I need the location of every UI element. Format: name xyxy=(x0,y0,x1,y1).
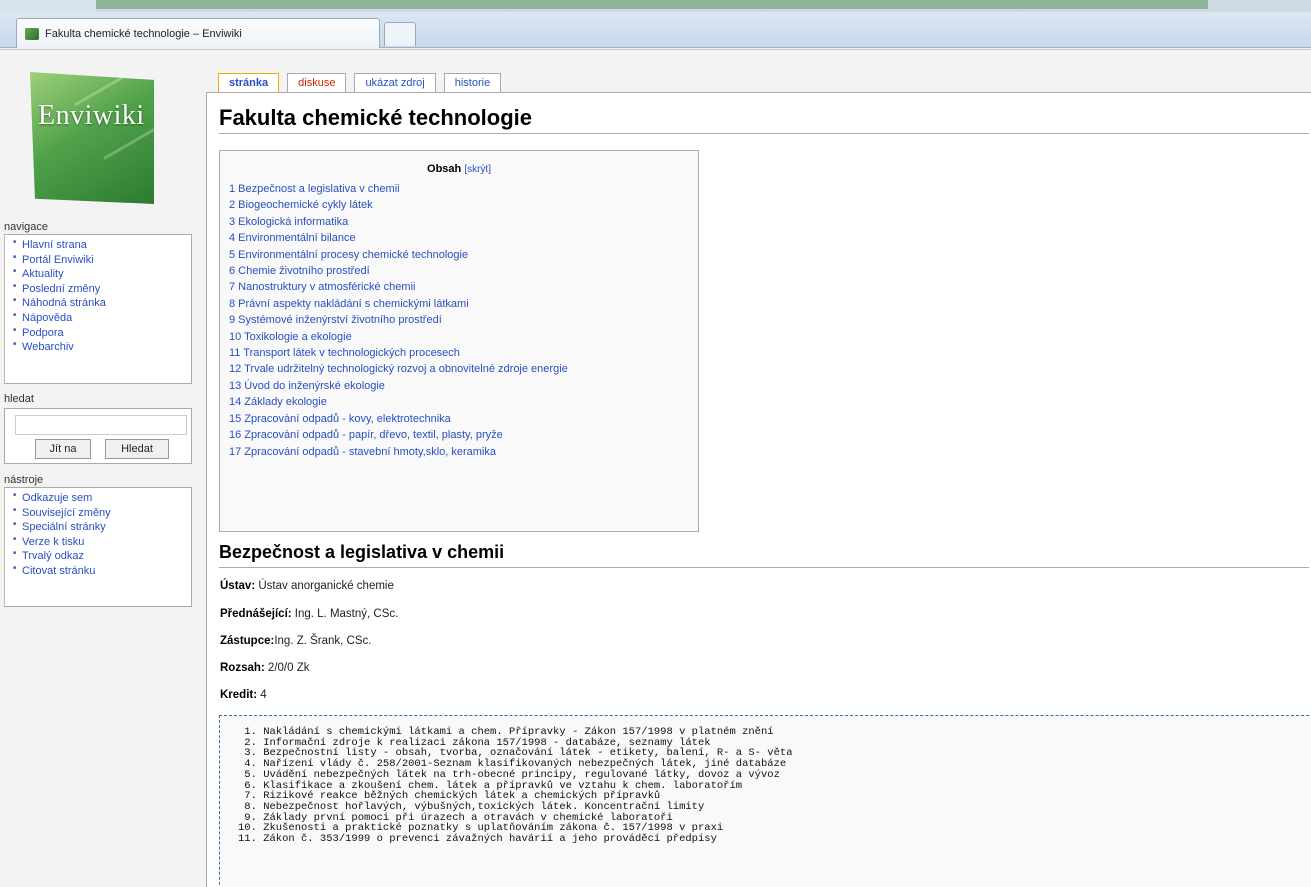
ustav-label: Ústav: xyxy=(220,580,256,592)
kredit-label: Kredit: xyxy=(220,689,258,701)
tools-item[interactable]: Citovat stránku xyxy=(5,564,191,579)
search-portlet: Jít na Hledat xyxy=(4,408,192,464)
enviwiki-logo[interactable]: Enviwiki xyxy=(30,68,157,204)
section-divider xyxy=(219,567,1309,568)
toc-item[interactable]: 2 Biogeochemické cykly látek xyxy=(229,197,698,213)
tab-view-source[interactable]: ukázat zdroj xyxy=(354,73,436,92)
tab-page[interactable]: stránka xyxy=(218,73,280,92)
nav-item[interactable]: Portál Enviwiki xyxy=(5,253,191,268)
window-top-left xyxy=(0,0,96,12)
nav-item[interactable]: Aktuality xyxy=(5,267,191,282)
table-of-contents: Obsah [skrýt] 1 Bezpečnost a legislativa… xyxy=(219,150,699,532)
nav-item[interactable]: Nápověda xyxy=(5,311,191,326)
nav-link[interactable]: Hlavní strana xyxy=(22,239,87,251)
toc-item[interactable]: 3 Ekologická informatika xyxy=(229,214,698,230)
nav-link[interactable]: Podpora xyxy=(22,326,64,338)
window-top-banner xyxy=(96,0,1208,9)
nav-link[interactable]: Aktuality xyxy=(22,268,64,280)
tools-portlet: Odkazuje sem Související změny Speciální… xyxy=(4,487,192,607)
nav-link[interactable]: Nápověda xyxy=(22,312,72,324)
toc-item[interactable]: 11 Transport látek v technologických pro… xyxy=(229,345,698,361)
tools-item[interactable]: Trvalý odkaz xyxy=(5,549,191,564)
window-top-strip xyxy=(0,0,1311,12)
logo-text: Enviwiki xyxy=(38,100,145,131)
kredit-field: Kredit: 4 xyxy=(220,689,267,701)
toc-item[interactable]: 6 Chemie životního prostředí xyxy=(229,263,698,279)
syllabus-line: 5. Uvádění nebezpečných látek na trh-obe… xyxy=(238,768,780,781)
content-area: Fakulta chemické technologie Obsah [skrý… xyxy=(206,92,1311,887)
prednasejici-label: Přednášející: xyxy=(220,608,292,620)
content-tabs: stránka diskuse ukázat zdroj historie xyxy=(218,73,502,92)
go-button[interactable]: Jít na xyxy=(35,439,91,459)
toc-item[interactable]: 15 Zpracování odpadů - kovy, elektrotech… xyxy=(229,411,698,427)
tools-link[interactable]: Citovat stránku xyxy=(22,565,95,577)
syllabus-line: 11. Zákon č. 353/1999 o prevenci závažný… xyxy=(238,833,717,846)
nav-link[interactable]: Webarchiv xyxy=(22,341,74,353)
toc-item[interactable]: 5 Environmentální procesy chemické techn… xyxy=(229,247,698,263)
rozsah-value: 2/0/0 Zk xyxy=(264,662,310,674)
nav-link[interactable]: Poslední změny xyxy=(22,283,100,295)
toc-item[interactable]: 9 Systémové inženýrství životního prostř… xyxy=(229,312,698,328)
zastupce-field: Zástupce:Ing. Z. Šrank, CSc. xyxy=(220,635,371,647)
browser-tab-bar: Fakulta chemické technologie – Enviwiki xyxy=(0,12,1311,48)
tools-title: nástroje xyxy=(4,474,44,486)
search-button[interactable]: Hledat xyxy=(105,439,169,459)
tools-link[interactable]: Trvalý odkaz xyxy=(22,550,84,562)
rozsah-label: Rozsah: xyxy=(220,662,265,674)
toc-item[interactable]: 1 Bezpečnost a legislativa v chemii xyxy=(229,181,698,197)
prednasejici-field: Přednášející: Ing. L. Mastný, CSc. xyxy=(220,608,398,620)
toc-item[interactable]: 8 Právní aspekty nakládání s chemickými … xyxy=(229,296,698,312)
toc-item[interactable]: 14 Základy ekologie xyxy=(229,394,698,410)
toc-item[interactable]: 16 Zpracování odpadů - papír, dřevo, tex… xyxy=(229,427,698,443)
tools-link[interactable]: Související změny xyxy=(22,506,111,518)
page-title: Fakulta chemické technologie xyxy=(219,105,532,130)
nav-title: navigace xyxy=(4,221,49,233)
nav-portlet: Hlavní strana Portál Enviwiki Aktuality … xyxy=(4,234,192,384)
search-title: hledat xyxy=(4,393,34,405)
toc-item[interactable]: 4 Environmentální bilance xyxy=(229,230,698,246)
toc-item[interactable]: 10 Toxikologie a ekologie xyxy=(229,329,698,345)
toc-item[interactable]: 7 Nanostruktury v atmosférické chemii xyxy=(229,279,698,295)
zastupce-value: Ing. Z. Šrank, CSc. xyxy=(274,635,372,647)
tools-link[interactable]: Verze k tisku xyxy=(22,536,84,548)
nav-item[interactable]: Náhodná stránka xyxy=(5,296,191,311)
rozsah-field: Rozsah: 2/0/0 Zk xyxy=(220,662,309,674)
nav-link[interactable]: Náhodná stránka xyxy=(22,297,106,309)
tools-item[interactable]: Speciální stránky xyxy=(5,520,191,535)
viewport-top xyxy=(0,49,1311,61)
nav-item[interactable]: Poslední změny xyxy=(5,282,191,297)
ustav-value: Ústav anorganické chemie xyxy=(255,580,394,592)
title-divider xyxy=(219,133,1309,134)
tools-link[interactable]: Speciální stránky xyxy=(22,521,106,533)
toc-item[interactable]: 13 Úvod do inženýrské ekologie xyxy=(229,378,698,394)
syllabus-block: 1. Nakládání s chemickými látkami a chem… xyxy=(219,715,1311,887)
new-tab-button[interactable] xyxy=(384,22,416,46)
kredit-value: 4 xyxy=(257,689,267,701)
zastupce-label: Zástupce: xyxy=(220,635,275,647)
browser-tab[interactable]: Fakulta chemické technologie – Enviwiki xyxy=(16,18,380,48)
nav-item[interactable]: Hlavní strana xyxy=(5,238,191,253)
nav-link[interactable]: Portál Enviwiki xyxy=(22,253,94,265)
prednasejici-value: Ing. L. Mastný, CSc. xyxy=(291,608,399,620)
enviwiki-favicon-icon xyxy=(25,27,39,40)
nav-item[interactable]: Webarchiv xyxy=(5,340,191,355)
tools-link[interactable]: Odkazuje sem xyxy=(22,492,92,504)
tools-item[interactable]: Odkazuje sem xyxy=(5,491,191,506)
search-input[interactable] xyxy=(15,415,187,435)
toc-item[interactable]: 12 Trvale udržitelný technologický rozvo… xyxy=(229,361,698,377)
browser-tab-title: Fakulta chemické technologie – Enviwiki xyxy=(45,27,242,40)
nav-item[interactable]: Podpora xyxy=(5,326,191,341)
ustav-field: Ústav: Ústav anorganické chemie xyxy=(220,580,394,592)
toc-header: Obsah [skrýt] xyxy=(220,163,698,175)
toc-item[interactable]: 17 Zpracování odpadů - stavební hmoty,sk… xyxy=(229,444,698,460)
tools-item[interactable]: Verze k tisku xyxy=(5,535,191,550)
toc-hide-link[interactable]: [skrýt] xyxy=(464,164,491,175)
tools-item[interactable]: Související změny xyxy=(5,506,191,521)
toc-list: 1 Bezpečnost a legislativa v chemii 2 Bi… xyxy=(229,181,698,460)
toc-title: Obsah xyxy=(427,163,462,175)
tab-history[interactable]: historie xyxy=(443,73,502,92)
tab-discussion[interactable]: diskuse xyxy=(287,73,347,92)
section-heading: Bezpečnost a legislativa v chemii xyxy=(219,542,505,562)
